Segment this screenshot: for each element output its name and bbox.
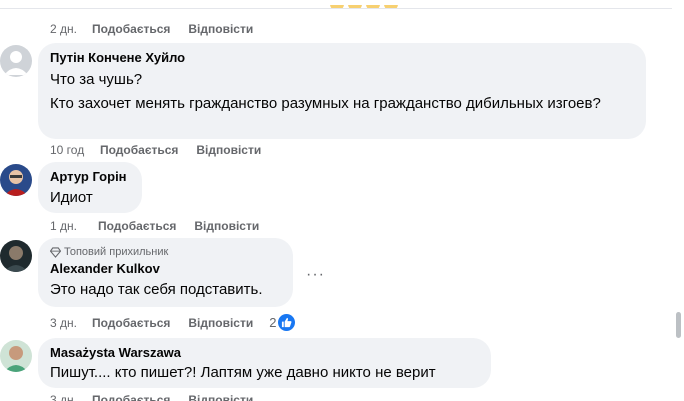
- comments-feed: 2 дн. Подобається Відповісти Путін Конче…: [0, 0, 672, 401]
- top-fan-badge: Топовий прихильник: [50, 245, 281, 259]
- comment-timestamp[interactable]: 1 дн.: [50, 219, 98, 233]
- avatar[interactable]: [0, 164, 32, 196]
- reply-button[interactable]: Відповісти: [188, 393, 253, 401]
- comment-text-line: Кто захочет менять гражданство разумных …: [50, 95, 601, 112]
- reply-button[interactable]: Відповісти: [196, 143, 261, 157]
- like-button[interactable]: Подобається: [92, 316, 170, 330]
- comment-bubble: Топовий прихильник Alexander Kulkov Это …: [38, 238, 293, 307]
- comment-text-line: Идиот: [50, 189, 93, 206]
- reaction-summary[interactable]: 2: [269, 314, 296, 331]
- comment-2-actions: 1 дн. Подобається Відповісти: [50, 219, 259, 233]
- comment-text-line: Что за чушь?: [50, 71, 143, 88]
- like-button[interactable]: Подобається: [98, 219, 176, 233]
- emoji-reactions-strip: [328, 0, 402, 8]
- reply-button[interactable]: Відповісти: [188, 316, 253, 330]
- comment-author[interactable]: Alexander Kulkov: [50, 261, 281, 277]
- diamond-icon: [50, 246, 61, 258]
- comment-0-actions: 2 дн. Подобається Відповісти: [50, 22, 253, 36]
- comment-timestamp[interactable]: 10 год: [50, 143, 100, 157]
- reply-button[interactable]: Відповісти: [194, 219, 259, 233]
- comment-1-actions: 10 год Подобається Відповісти: [50, 143, 261, 157]
- comment-author[interactable]: Путін Кончене Хуйло: [50, 50, 634, 66]
- default-avatar-icon: [0, 45, 32, 77]
- comment-bubble: Путін Кончене Хуйло Что за чушь? Кто зах…: [38, 43, 646, 139]
- comment-bubble: Masażysta Warszawa Пишут.... кто пишет?!…: [38, 338, 491, 388]
- comment-timestamp[interactable]: 3 дн.: [50, 393, 92, 401]
- avatar[interactable]: [0, 340, 32, 372]
- scrollbar-thumb[interactable]: [676, 312, 681, 338]
- comment-author[interactable]: Артур Горін: [50, 169, 130, 185]
- badge-label: Топовий прихильник: [64, 246, 169, 258]
- comment-timestamp[interactable]: 3 дн.: [50, 316, 92, 330]
- comment-bubble: Артур Горін Идиот: [38, 162, 142, 213]
- avatar[interactable]: [0, 240, 32, 272]
- comment-3-actions: 3 дн. Подобається Відповісти 2: [50, 314, 296, 331]
- comment-timestamp[interactable]: 2 дн.: [50, 22, 92, 36]
- comment-4-actions: 3 дн. Подобається Відповісти: [50, 393, 253, 401]
- comment-text-line: Это надо так себя подставить.: [50, 281, 263, 298]
- like-button[interactable]: Подобається: [92, 22, 170, 36]
- comment-author[interactable]: Masażysta Warszawa: [50, 345, 479, 361]
- more-options-icon[interactable]: ···: [306, 267, 325, 283]
- comment-text-line: Пишут.... кто пишет?! Лаптям уже давно н…: [50, 364, 436, 381]
- reply-button[interactable]: Відповісти: [188, 22, 253, 36]
- like-button[interactable]: Подобається: [92, 393, 170, 401]
- user-photo-icon: [0, 240, 32, 272]
- like-button[interactable]: Подобається: [100, 143, 178, 157]
- thumbs-up-icon: [278, 314, 296, 331]
- user-photo-icon: [0, 164, 32, 196]
- user-photo-icon: [0, 340, 32, 372]
- reaction-count: 2: [269, 315, 277, 330]
- separator-line: [0, 8, 672, 9]
- avatar[interactable]: [0, 45, 32, 77]
